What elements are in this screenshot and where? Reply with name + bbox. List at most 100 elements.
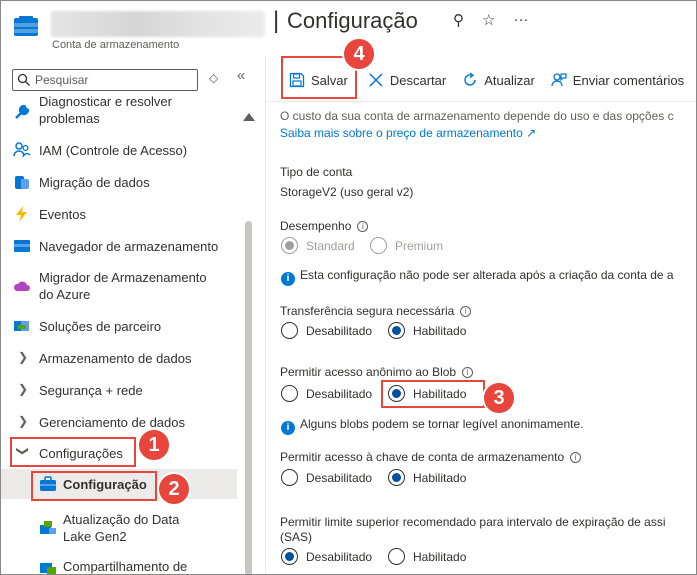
callout-badge-1: 1 (137, 428, 171, 462)
collapse-sidebar-icon[interactable]: « (237, 67, 245, 84)
sidebar-item-storage-browser[interactable]: Navegador de armazenamento (1, 237, 237, 257)
title-separator: | (273, 7, 280, 34)
sidebar-item-label: Compartilhamento de (63, 559, 188, 574)
more-options-icon[interactable]: ··· (513, 11, 528, 29)
secure-transfer-label: Transferência segura necessária i (280, 304, 472, 318)
radio-button[interactable] (281, 469, 298, 486)
info-icon[interactable]: i (570, 452, 582, 463)
radio-button[interactable] (388, 322, 405, 339)
radio-button[interactable] (281, 385, 298, 402)
key-access-disabled-radio[interactable]: Desabilitado (281, 469, 372, 486)
partner-icon (14, 321, 29, 331)
refresh-label: Atualizar (484, 72, 535, 88)
radio-button[interactable] (370, 237, 387, 254)
refresh-button[interactable]: Atualizar (454, 72, 543, 88)
sidebar-item-data-migration[interactable]: Migração de dados (1, 173, 237, 193)
radio-label: Desabilitado (306, 549, 373, 564)
portal-window: | Configuração Conta de armazenamento ⚲ … (0, 0, 697, 575)
sidebar-item-label: Migrador de Armazenamento do Azure (39, 270, 207, 302)
sidebar-search-input[interactable]: Pesquisar (12, 69, 198, 91)
radio-label: Premium (395, 238, 444, 253)
page-subtitle: Conta de armazenamento (52, 39, 180, 51)
discard-label: Descartar (389, 72, 447, 88)
favorite-star-icon[interactable]: ☆ (482, 11, 495, 29)
radio-button[interactable] (281, 322, 298, 339)
toolbar-divider (266, 101, 696, 102)
blob-anonymous-label-text: Permitir acesso anônimo ao Blob (280, 365, 457, 379)
discard-button[interactable]: Descartar (360, 72, 454, 88)
sidebar-item-iam[interactable]: IAM (Controle de Acesso) (1, 141, 237, 161)
radio-label: Habilitado (413, 470, 467, 485)
data-lake-icon (40, 521, 56, 534)
search-icon (17, 73, 30, 86)
sidebar-item-azure-migrator[interactable]: Migrador de Armazenamento do Azure (1, 269, 237, 305)
info-icon[interactable]: i (462, 367, 474, 378)
callout-highlight-blob-enabled (381, 380, 485, 408)
sidebar-item-data-lake-upgrade[interactable]: Atualização do Data Lake Gen2 (1, 511, 237, 547)
pane-divider (265, 57, 266, 574)
scrollbar-thumb[interactable] (245, 221, 252, 574)
sidebar-group-data-management[interactable]: ❯ Gerenciamento de dados (1, 413, 237, 433)
refresh-icon (464, 72, 476, 86)
blob-anonymous-disabled-radio[interactable]: Desabilitado (281, 385, 372, 402)
secure-transfer-label-text: Transferência segura necessária (280, 304, 455, 318)
performance-standard-radio[interactable]: Standard (281, 237, 355, 254)
chevron-right-icon: ❯ (18, 350, 29, 364)
page-title: Configuração (287, 8, 418, 33)
filter-icon[interactable]: ◇ (209, 71, 218, 85)
pricing-link[interactable]: Saiba mais sobre o preço de armazenament… (280, 126, 536, 140)
sidebar-nav: Diagnosticar e resolver problemas IAM (C… (1, 93, 237, 574)
secure-transfer-disabled-radio[interactable]: Desabilitado (281, 322, 372, 339)
performance-info-banner: i Esta configuração não pode ser alterada… (281, 268, 674, 286)
feedback-icon (551, 73, 567, 87)
sidebar-item-label: IAM (Controle de Acesso) (39, 143, 188, 158)
storage-account-icon (14, 16, 38, 36)
secure-transfer-enabled-radio[interactable]: Habilitado (388, 322, 466, 339)
sidebar-item-label: Segurança + rede (39, 383, 143, 398)
info-icon[interactable]: i (460, 306, 472, 317)
radio-label: Habilitado (413, 549, 467, 564)
performance-premium-radio[interactable]: Premium (370, 237, 443, 254)
callout-badge-3: 3 (482, 381, 516, 415)
key-access-label-text: Permitir acesso à chave de conta de arma… (280, 450, 565, 464)
radio-label: Desabilitado (306, 470, 373, 485)
sidebar-item-events[interactable]: Eventos (1, 205, 237, 225)
key-access-enabled-radio[interactable]: Habilitado (388, 469, 466, 486)
scroll-up-icon[interactable] (243, 113, 255, 121)
search-placeholder: Pesquisar (35, 73, 89, 87)
pin-icon[interactable]: ⚲ (453, 11, 464, 29)
close-icon (369, 73, 383, 87)
radio-label: Standard (306, 238, 355, 253)
sas-expiry-label-line2: (SAS) (280, 530, 313, 544)
info-icon[interactable]: i (357, 221, 369, 232)
account-type-label: Tipo de conta (280, 165, 353, 179)
performance-label: Desempenho i (280, 219, 369, 233)
sidebar-item-label: Eventos (39, 207, 86, 222)
sidebar-group-security-network[interactable]: ❯ Segurança + rede (1, 381, 237, 401)
radio-button[interactable] (281, 237, 298, 254)
radio-button[interactable] (388, 469, 405, 486)
sas-expiry-enabled-radio[interactable]: Habilitado (388, 548, 466, 565)
sidebar-item-diagnose[interactable]: Diagnosticar e resolver problemas (1, 93, 237, 129)
sidebar-item-label: Atualização do Data Lake Gen2 (63, 512, 180, 544)
header-actions: ⚲ ☆ ··· (453, 11, 528, 29)
cost-intro-text: O custo da sua conta de armazenamento de… (280, 109, 674, 123)
send-feedback-button[interactable]: Enviar comentários (543, 72, 692, 88)
performance-info-text: Esta configuração não pode ser alterada … (300, 268, 674, 282)
sas-expiry-disabled-radio[interactable]: Desabilitado (281, 548, 372, 565)
sidebar-item-label: Gerenciamento de dados (39, 415, 185, 430)
blob-anonymous-label: Permitir acesso anônimo ao Blob i (280, 365, 474, 379)
sas-expiry-label-line1: Permitir limite superior recomendado par… (280, 515, 666, 529)
sidebar-item-partner-solutions[interactable]: Soluções de parceiro (1, 317, 237, 337)
sidebar-item-share[interactable]: Compartilhamento de (1, 557, 237, 574)
share-icon (40, 563, 56, 574)
callout-badge-4: 4 (342, 37, 376, 71)
chevron-right-icon: ❯ (18, 414, 29, 428)
radio-button[interactable] (281, 548, 298, 565)
key-access-label: Permitir acesso à chave de conta de arma… (280, 450, 582, 464)
performance-label-text: Desempenho (280, 219, 352, 233)
chevron-right-icon: ❯ (18, 382, 29, 396)
callout-highlight-configuration (31, 471, 157, 501)
radio-button[interactable] (388, 548, 405, 565)
sidebar-group-data-storage[interactable]: ❯ Armazenamento de dados (1, 349, 237, 369)
